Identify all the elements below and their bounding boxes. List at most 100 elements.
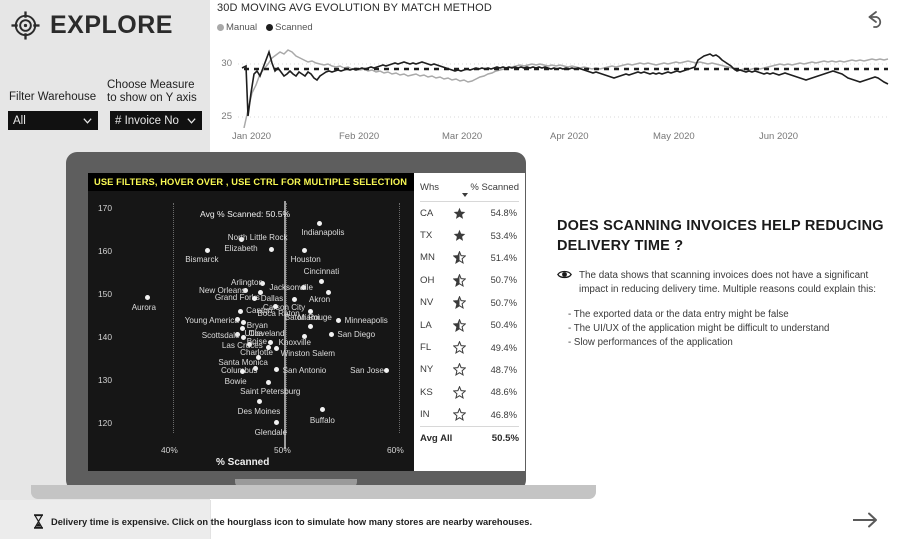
scatter-point[interactable] [320,407,326,413]
table-cell-whs: FL [420,342,432,354]
scatter-point[interactable] [241,319,247,325]
scatter-y-tick-150: 150 [98,289,112,299]
table-cell-scanned: 50.7% [490,297,517,308]
scatter-point-label: Bowie [224,376,247,386]
scatter-point-label: Minneapolis [344,316,388,326]
app-logo: EXPLORE [10,10,173,41]
scatter-point-label: Scottsdale [201,331,240,341]
table-row[interactable]: NV 50.7% [420,292,519,314]
legend-item-scanned[interactable]: Scanned [266,22,313,33]
scatter-point[interactable] [292,296,298,302]
rating-star-icon [450,363,468,377]
arrow-right-icon[interactable] [850,508,880,532]
warehouse-select-value: All [13,114,26,127]
table-cell-scanned: 54.8% [490,208,517,219]
scatter-y-tick-130: 130 [98,375,112,385]
scatter-point-label: Knoxville [278,337,312,347]
scatter-point[interactable] [268,339,274,345]
scatter-point[interactable] [319,279,325,285]
table-row[interactable]: LA 50.4% [420,314,519,336]
scatter-point-label: Saint Petersburg [240,387,301,397]
scatter-point[interactable] [257,399,263,405]
table-cell-scanned: 46.8% [490,409,517,420]
table-cell-scanned: 48.6% [490,387,517,398]
line-x-tick-jun: Jun 2020 [759,131,799,142]
scatter-gridline-40 [173,203,174,433]
table-row[interactable]: CA 54.8% [420,202,519,224]
page-title: EXPLORE [50,11,173,39]
table-row[interactable]: TX 53.4% [420,224,519,246]
sort-caret-down-icon[interactable] [462,193,468,197]
scatter-point-label: North Little Rock [227,233,288,243]
insight-bullets: - The exported data or the data entry mi… [557,308,895,350]
legend-swatch-manual [217,24,224,31]
insight-body-text: The data shows that scanning invoices do… [579,270,876,295]
scatter-point[interactable] [302,247,308,253]
line-chart-legend: Manual Scanned [217,22,313,33]
scatter-point-label: Glendale [254,427,288,437]
explore-dashboard: EXPLORE Filter Warehouse Choose Measure … [0,0,897,539]
rating-star-icon [450,296,468,310]
scatter-point[interactable] [336,317,342,323]
scatter-y-tick-170: 170 [98,203,112,213]
rating-star-icon [450,408,468,422]
warehouse-scan-table: Whs % Scanned CA 54.8% TX 53.4% MN 51.4% OH 50.… [414,173,525,471]
scatter-point[interactable] [265,379,271,385]
rating-star-icon [450,341,468,355]
legend-item-manual[interactable]: Manual [217,22,257,33]
scatter-point[interactable] [328,332,334,338]
table-row[interactable]: KS 48.6% [420,381,519,403]
scatter-point-label: Dallas [260,293,284,303]
filter-warehouse-label: Filter Warehouse [9,91,97,103]
scatter-point[interactable] [316,220,322,226]
scatter-x-axis-title: % Scanned [216,457,270,468]
scatter-point[interactable] [237,308,243,314]
table-cell-scanned: 49.4% [490,342,517,353]
table-row[interactable]: IN 46.8% [420,404,519,426]
scatter-point[interactable] [269,246,275,252]
measure-select-value: # Invoice No [115,114,179,127]
table-row[interactable]: NY 48.7% [420,359,519,381]
table-footer-row: Avg All 50.5% [420,427,519,450]
measure-select[interactable]: # Invoice No [110,111,202,130]
table-cell-scanned: 50.4% [490,320,517,331]
insight-title: DOES SCANNING INVOICES HELP REDUCING DEL… [557,218,884,254]
line-x-tick-mar: Mar 2020 [442,131,483,142]
table-col-scanned[interactable]: % Scanned [456,182,519,197]
scatter-point[interactable] [274,367,280,373]
rating-star-icon [450,207,468,220]
scatter-point[interactable] [274,420,280,426]
legend-label-scanned: Scanned [275,22,313,33]
scatter-point[interactable] [145,295,151,301]
undo-arrow-icon[interactable] [859,6,885,32]
insight-body: The data shows that scanning invoices do… [557,269,895,296]
rating-star-icon [450,318,468,332]
table-col-whs[interactable]: Whs [420,182,456,193]
scatter-point[interactable] [383,367,389,373]
line-x-tick-feb: Feb 2020 [339,131,380,142]
table-footer-value: 50.5% [491,432,519,444]
scatter-point-label: Elizabeth [224,244,258,254]
footer-note-text: Delivery time is expensive. Click on the… [51,516,533,527]
scatter-point[interactable] [274,345,280,351]
warehouse-select[interactable]: All [8,111,98,130]
hourglass-icon[interactable] [33,514,44,529]
scatter-point[interactable] [204,247,210,253]
scatter-point[interactable] [308,323,314,329]
insight-panel: DOES SCANNING INVOICES HELP REDUCING DEL… [557,216,895,350]
legend-swatch-scanned [266,24,274,31]
scatter-point[interactable] [241,335,247,341]
table-row[interactable]: MN 51.4% [420,247,519,269]
scatter-point-label: Winston Salem [280,349,336,359]
scatter-plot[interactable]: Avg % Scanned: 50.5% 170 160 150 140 130… [88,191,414,471]
table-cell-whs: OH [420,274,435,286]
scatter-point-label: Cleveland [248,329,285,339]
scatter-point-label: San Diego [337,329,376,339]
table-cell-scanned: 51.4% [490,252,517,263]
table-row[interactable]: OH 50.7% [420,269,519,291]
table-row[interactable]: FL 49.4% [420,336,519,358]
insight-bullet-2: - The UI/UX of the application might be … [568,323,830,334]
table-cell-whs: NY [420,364,434,376]
table-header-row: Whs % Scanned [420,173,519,201]
insight-bullet-1: - The exported data or the data entry mi… [568,309,789,320]
